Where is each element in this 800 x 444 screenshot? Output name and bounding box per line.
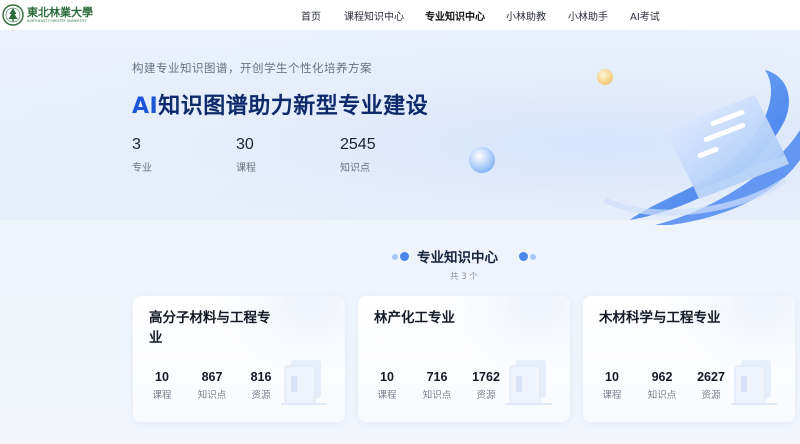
nav-menu: 首页 课程知识中心 专业知识中心 小林助教 小林助手 AI考试 [0, 0, 800, 30]
decor-dot [530, 253, 536, 260]
stat-label: 专业 [132, 163, 152, 174]
card-stat-label: 知识点 [647, 390, 677, 401]
decor-dot [400, 252, 409, 261]
major-card-wood-science[interactable]: 木材科学与工程专业 10 课程 962 知识点 2627 资源 [583, 296, 795, 422]
nav-item-major-knowledge-center[interactable]: 专业知识中心 [425, 8, 485, 23]
major-card-polymer[interactable]: 高分子材料与工程专业 10 课程 867 知识点 816 资源 [133, 296, 345, 422]
top-navbar: 東北林業大學 NORTHEAST FORESTRY UNIVERSITY 首页 … [0, 0, 800, 30]
nav-item-assistant[interactable]: 小林助手 [568, 8, 608, 23]
card-stat-value: 867 [201, 370, 223, 384]
stat-value: 30 [236, 136, 254, 153]
card-stat-courses: 10 课程 [370, 370, 404, 401]
nav-item-course-knowledge-center[interactable]: 课程知识中心 [344, 8, 404, 23]
section-title: 专业知识中心 [417, 250, 498, 266]
card-stat-label: 资源 [251, 390, 271, 401]
nav-item-home[interactable]: 首页 [301, 8, 321, 23]
nav-item-ai-exam[interactable]: AI考试 [630, 8, 660, 23]
page: 東北林業大學 NORTHEAST FORESTRY UNIVERSITY 首页 … [0, 0, 800, 444]
card-stat-value: 10 [380, 370, 394, 384]
card-stat-value: 10 [155, 370, 169, 384]
card-stat-label: 知识点 [197, 390, 227, 401]
hero-stat-majors: 3 专业 [132, 136, 152, 174]
hero-stat-knowledge-points: 2545 知识点 [340, 136, 376, 174]
section-count: 共 3 个 [450, 272, 478, 282]
card-stat-courses: 10 课程 [145, 370, 179, 401]
card-title: 高分子材料与工程专业 [149, 310, 271, 346]
stat-label: 课程 [236, 163, 256, 174]
stat-label: 知识点 [340, 163, 370, 174]
card-stat-value: 962 [651, 370, 673, 384]
card-stat-knowledge-points: 867 知识点 [193, 370, 231, 401]
card-stat-resources: 816 资源 [243, 370, 279, 401]
card-stat-label: 资源 [476, 390, 496, 401]
major-card-forest-chemical[interactable]: 林产化工专业 10 课程 716 知识点 1762 资源 [358, 296, 570, 422]
card-stat-value: 816 [250, 370, 272, 384]
hero-subtitle: 构建专业知识图谱，开创学生个性化培养方案 [132, 61, 372, 75]
decor-dot [392, 253, 398, 260]
document-illustration-icon [506, 360, 552, 405]
card-stat-label: 课程 [152, 390, 172, 401]
stat-value: 3 [132, 136, 141, 153]
document-illustration-icon [731, 360, 777, 405]
card-stat-value: 716 [426, 370, 448, 384]
document-illustration-icon [281, 360, 327, 405]
card-stat-value: 10 [605, 370, 619, 384]
decor-dot [519, 252, 528, 261]
section-title-dots-left [392, 252, 409, 261]
hero-stat-courses: 30 课程 [236, 136, 256, 174]
hero-title: AI知识图谱助力新型专业建设 [132, 88, 428, 120]
card-stat-label: 课程 [377, 390, 397, 401]
nav-item-teaching-assistant[interactable]: 小林助教 [506, 8, 546, 23]
card-title: 林产化工专业 [374, 310, 455, 326]
card-stat-knowledge-points: 962 知识点 [643, 370, 681, 401]
card-stat-value: 2627 [697, 370, 725, 384]
hero-title-ai: AI [132, 94, 159, 119]
card-stat-value: 1762 [472, 370, 500, 384]
card-stat-courses: 10 课程 [595, 370, 629, 401]
card-stat-label: 知识点 [422, 390, 452, 401]
hero-title-rest: 知识图谱助力新型专业建设 [158, 94, 429, 119]
stat-value: 2545 [340, 136, 376, 153]
card-title: 木材科学与工程专业 [599, 310, 721, 326]
card-stat-label: 资源 [701, 390, 721, 401]
hero-illustration [469, 69, 800, 225]
card-stat-knowledge-points: 716 知识点 [418, 370, 456, 401]
card-stat-label: 课程 [602, 390, 622, 401]
section-title-dots-right [519, 252, 536, 261]
card-stat-resources: 1762 资源 [466, 370, 506, 401]
card-stat-resources: 2627 资源 [691, 370, 731, 401]
